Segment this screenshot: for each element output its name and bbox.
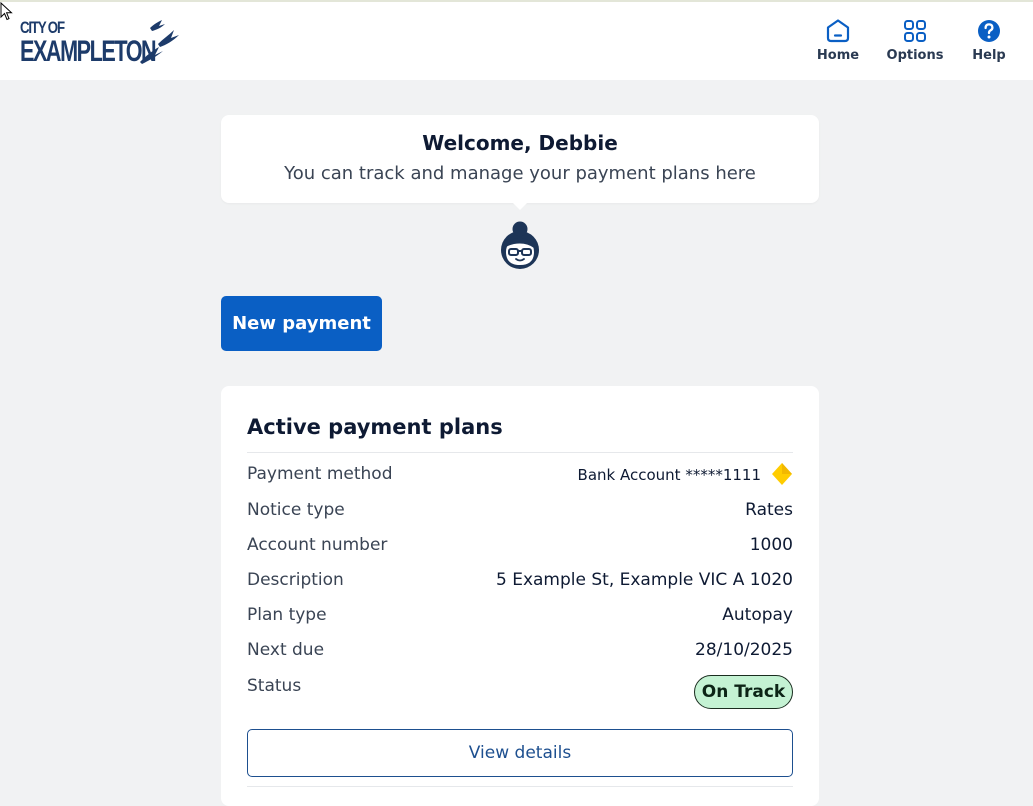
grid-icon [904, 20, 926, 42]
city-logo[interactable]: CITY OF EXAMPLETON [20, 16, 180, 68]
help-icon [978, 20, 1000, 42]
nav-home-label: Home [816, 48, 860, 63]
plans-title: Active payment plans [247, 415, 503, 439]
nav-options-label: Options [886, 48, 944, 63]
row-value: 5 Example St, Example VIC A 1020 [495, 570, 793, 590]
row-label: Status [247, 676, 302, 696]
house-icon [826, 19, 850, 43]
row-label: Plan type [247, 605, 327, 625]
nav-options[interactable]: Options [885, 18, 945, 70]
detail-row-description: Description 5 Example St, Example VIC A … [247, 570, 793, 594]
detail-row-account-number: Account number 1000 [247, 535, 793, 559]
logo-text-line2: EXAMPLETON [20, 35, 157, 68]
nav-help[interactable]: Help [966, 18, 1012, 70]
status-badge: On Track [694, 675, 793, 709]
birds-icon [140, 20, 179, 64]
divider [247, 786, 793, 787]
divider [247, 452, 793, 453]
row-label: Description [247, 570, 344, 590]
detail-row-plan-type: Plan type Autopay [247, 605, 793, 629]
detail-row-payment-method: Payment method Bank Account *****1111 [247, 463, 793, 488]
welcome-card: Welcome, Debbie You can track and manage… [221, 115, 819, 203]
mouse-cursor-icon [0, 2, 13, 21]
row-value: Rates [745, 500, 793, 520]
top-header: CITY OF EXAMPLETON Home Options Help [0, 0, 1033, 80]
detail-row-status: Status On Track [247, 675, 793, 709]
speech-bubble-tail [512, 202, 528, 210]
row-label: Account number [247, 535, 388, 555]
row-value: Bank Account *****1111 [577, 466, 761, 484]
row-value: 28/10/2025 [695, 640, 793, 660]
row-value: Autopay [722, 605, 793, 625]
nav-home[interactable]: Home [812, 18, 864, 70]
welcome-subtitle: You can track and manage your payment pl… [284, 163, 756, 184]
view-details-button[interactable]: View details [247, 729, 793, 777]
row-value: 1000 [749, 535, 793, 555]
row-label: Next due [247, 640, 325, 660]
row-label: Payment method [247, 464, 393, 484]
welcome-title: Welcome, Debbie [422, 131, 618, 155]
new-payment-button[interactable]: New payment [221, 296, 382, 351]
active-plans-card: Active payment plans Payment method Bank… [221, 386, 819, 806]
nav-help-label: Help [972, 48, 1006, 63]
detail-row-notice-type: Notice type Rates [247, 500, 793, 524]
bank-logo-icon [772, 463, 792, 485]
user-avatar-icon [501, 221, 539, 269]
row-label: Notice type [247, 500, 345, 520]
detail-row-next-due: Next due 28/10/2025 [247, 640, 793, 664]
